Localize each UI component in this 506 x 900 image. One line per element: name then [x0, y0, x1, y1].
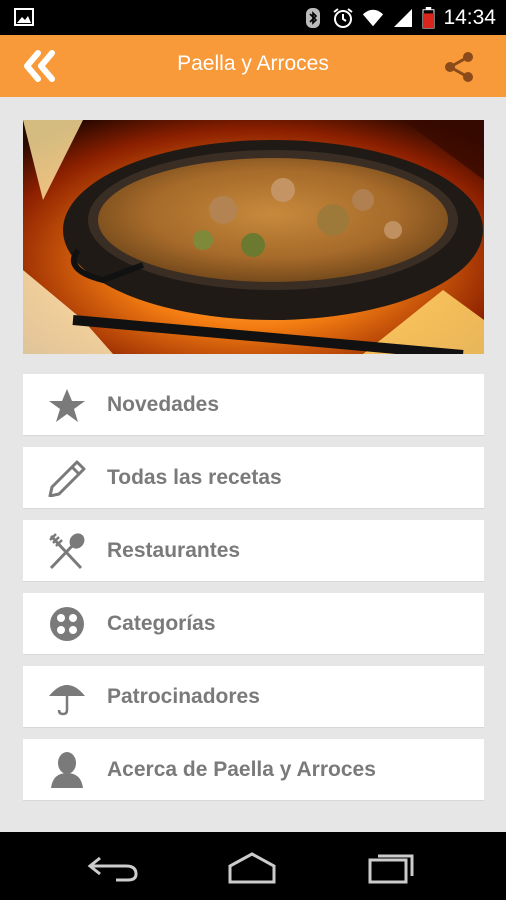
umbrella-icon [49, 685, 85, 716]
menu-item-label: Restaurantes [107, 539, 241, 562]
menu-item-novedades[interactable]: Novedades [23, 374, 484, 436]
paella-pan-fire-image [23, 120, 484, 354]
signal-icon [394, 8, 413, 27]
menu-item-acerca-de[interactable]: Acerca de Paella y Arroces [23, 739, 484, 801]
menu-item-label: Novedades [107, 393, 220, 416]
page-title: Paella y Arroces [177, 52, 329, 75]
main-menu: Novedades Todas las recetas Restaurantes… [23, 374, 484, 812]
categories-icon [50, 607, 84, 641]
status-time: 14:34 [443, 5, 496, 29]
fork-spoon-icon [49, 533, 85, 570]
pencil-icon [48, 460, 86, 497]
menu-item-patrocinadores[interactable]: Patrocinadores [23, 666, 484, 728]
status-bar: 14:34 [0, 0, 506, 35]
action-bar: Paella y Arroces [0, 35, 506, 97]
menu-item-label: Acerca de Paella y Arroces [107, 758, 376, 781]
share-icon[interactable] [442, 50, 476, 84]
menu-item-restaurantes[interactable]: Restaurantes [23, 520, 484, 582]
menu-item-label: Todas las recetas [107, 466, 282, 489]
alarm-icon [333, 7, 354, 28]
battery-icon [422, 6, 435, 29]
menu-item-label: Categorías [107, 612, 216, 635]
bluetooth-icon [306, 7, 321, 28]
system-nav-bar [0, 832, 506, 900]
star-icon [49, 389, 85, 422]
menu-item-categorias[interactable]: Categorías [23, 593, 484, 655]
person-icon [51, 752, 83, 788]
recents-nav-icon[interactable] [364, 850, 420, 884]
home-nav-icon[interactable] [224, 850, 280, 884]
wifi-icon [363, 9, 384, 26]
menu-item-label: Patrocinadores [107, 685, 260, 708]
back-nav-icon[interactable] [86, 850, 142, 884]
menu-item-todas-las-recetas[interactable]: Todas las recetas [23, 447, 484, 509]
hero-image [23, 120, 484, 354]
image-icon [14, 8, 34, 26]
